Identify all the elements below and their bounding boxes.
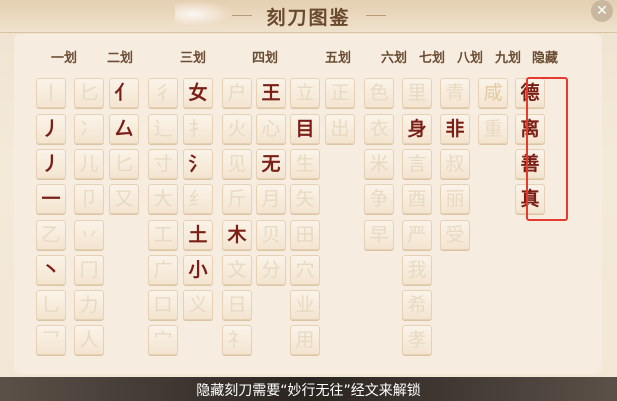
knife-cell[interactable]: 力 — [74, 290, 104, 320]
knife-cell[interactable]: 斤 — [222, 184, 252, 214]
column-header: 六划 — [380, 51, 407, 66]
knife-cell[interactable]: 匕 — [109, 149, 139, 179]
knife-cell[interactable]: 丶 — [36, 255, 66, 285]
knife-cell[interactable]: 纟 — [183, 184, 213, 214]
column-header: 七划 — [418, 51, 445, 66]
knife-cell[interactable]: 青 — [440, 78, 470, 108]
knife-cell[interactable]: 穴 — [290, 255, 320, 285]
knife-cell[interactable]: 衣 — [364, 114, 394, 144]
knife-cell[interactable]: 用 — [290, 325, 320, 355]
knife-cell[interactable]: 匕 — [74, 78, 104, 108]
knife-cell[interactable]: 儿 — [74, 149, 104, 179]
knife-cell[interactable]: 希 — [402, 290, 432, 320]
column-header: 四划 — [251, 51, 278, 66]
knife-cell[interactable]: 丨 — [36, 78, 66, 108]
knife-cell[interactable]: 彳 — [148, 78, 178, 108]
knife-cell[interactable]: 冫 — [74, 114, 104, 144]
column-header: 二划 — [106, 51, 133, 66]
knife-cell[interactable]: 我 — [402, 255, 432, 285]
knife-cell[interactable]: 严 — [402, 220, 432, 250]
knife-cell[interactable]: 文 — [222, 255, 252, 285]
knife-cell[interactable]: 月 — [256, 184, 286, 214]
knife-cell[interactable]: 又 — [109, 184, 139, 214]
knife-cell[interactable]: 业 — [290, 290, 320, 320]
close-icon[interactable]: ✕ — [591, 0, 613, 22]
knife-cell[interactable]: 工 — [148, 220, 178, 250]
knife-cell[interactable]: 女 — [183, 78, 213, 108]
knife-cell[interactable]: 口 — [148, 290, 178, 320]
knife-cell[interactable]: 酉 — [402, 184, 432, 214]
knife-cell[interactable]: 日 — [222, 290, 252, 320]
hidden-column-highlight — [526, 77, 568, 221]
knife-cell[interactable]: 立 — [290, 78, 320, 108]
knife-cell[interactable]: 分 — [256, 255, 286, 285]
knife-cell[interactable]: 寸 — [148, 149, 178, 179]
knife-cell[interactable]: 心 — [256, 114, 286, 144]
knife-cell[interactable]: 孝 — [402, 325, 432, 355]
knife-cell[interactable]: 宀 — [148, 325, 178, 355]
knife-cell[interactable]: 丿 — [36, 114, 66, 144]
knife-cell[interactable]: 田 — [290, 220, 320, 250]
column-header: 八划 — [456, 51, 483, 66]
knife-cell[interactable]: 非 — [440, 114, 470, 144]
knife-cell[interactable]: 丷 — [74, 220, 104, 250]
knife-cell[interactable]: 丽 — [440, 184, 470, 214]
knife-cell[interactable]: 火 — [222, 114, 252, 144]
knife-cell[interactable]: 叔 — [440, 149, 470, 179]
knife-cell[interactable]: 扌 — [183, 114, 213, 144]
knife-cell[interactable]: 厶 — [109, 114, 139, 144]
knife-cell[interactable]: 矢 — [290, 184, 320, 214]
knife-cell[interactable]: 重 — [478, 114, 508, 144]
knife-cell[interactable]: 正 — [325, 78, 355, 108]
knife-cell[interactable]: 卩 — [74, 184, 104, 214]
knife-cell[interactable]: 乙 — [36, 220, 66, 250]
knife-cell[interactable]: 里 — [402, 78, 432, 108]
knife-cell[interactable]: 无 — [256, 149, 286, 179]
knife-cell[interactable]: 贝 — [256, 220, 286, 250]
knife-cell[interactable]: 身 — [402, 114, 432, 144]
column-header: 三划 — [179, 51, 206, 66]
knife-cell[interactable]: 丿 — [36, 149, 66, 179]
knife-cell[interactable]: 目 — [290, 114, 320, 144]
knife-cell[interactable]: 亻 — [109, 78, 139, 108]
knife-cell[interactable]: 乛 — [36, 325, 66, 355]
knife-cell[interactable]: 小 — [183, 255, 213, 285]
knife-cell[interactable]: 乚 — [36, 290, 66, 320]
knife-cell[interactable]: 言 — [402, 149, 432, 179]
column-header: 一划 — [50, 51, 77, 66]
knife-cell[interactable]: 氵 — [183, 149, 213, 179]
knife-cell[interactable]: 户 — [222, 78, 252, 108]
knife-cell[interactable]: 早 — [364, 220, 394, 250]
knife-cell[interactable]: 冂 — [74, 255, 104, 285]
knife-cell[interactable]: 受 — [440, 220, 470, 250]
knife-cell[interactable]: 争 — [364, 184, 394, 214]
page-title: 刻刀图鉴 — [266, 7, 351, 29]
knife-cell[interactable]: 色 — [364, 78, 394, 108]
column-header: 九划 — [494, 51, 521, 66]
column-header: 隐藏 — [531, 51, 558, 66]
knife-cell[interactable]: 生 — [290, 149, 320, 179]
knife-cell[interactable]: 人 — [74, 325, 104, 355]
knife-cell[interactable]: 王 — [256, 78, 286, 108]
knife-cell[interactable]: 大 — [148, 184, 178, 214]
knife-cell[interactable]: 米 — [364, 149, 394, 179]
knife-cell[interactable]: 咸 — [478, 78, 508, 108]
knife-cell[interactable]: 见 — [222, 149, 252, 179]
knife-cell[interactable]: 辶 — [148, 114, 178, 144]
knife-cell[interactable]: 一 — [36, 184, 66, 214]
knife-cell[interactable]: 礻 — [222, 325, 252, 355]
knife-cell[interactable]: 广 — [148, 255, 178, 285]
hint-text: 隐藏刻刀需要“妙行无往”经文来解锁 — [196, 383, 421, 399]
knife-cell[interactable]: 义 — [183, 290, 213, 320]
knife-cell[interactable]: 土 — [183, 220, 213, 250]
knife-cell[interactable]: 出 — [325, 114, 355, 144]
column-header: 五划 — [324, 51, 351, 66]
knife-cell[interactable]: 木 — [222, 220, 252, 250]
